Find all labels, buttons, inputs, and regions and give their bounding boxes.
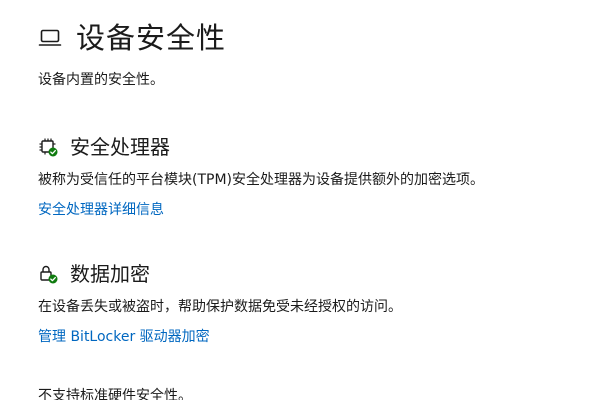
section-title: 数据加密 [70, 262, 150, 286]
lock-check-icon [38, 264, 58, 284]
section-data-encryption: 数据加密 在设备丢失或被盗时，帮助保护数据免受未经授权的访问。 管理 BitLo… [38, 259, 402, 347]
section-security-processor: 安全处理器 被称为受信任的平台模块(TPM)安全处理器为设备提供额外的加密选项。… [38, 132, 484, 220]
section-description: 在设备丢失或被盗时，帮助保护数据免受未经授权的访问。 [38, 299, 402, 315]
laptop-icon [38, 26, 62, 50]
page-title: 设备安全性 [76, 21, 227, 55]
page-header: 设备安全性 [38, 18, 226, 58]
device-security-page: 设备安全性 设备内置的安全性。 安全处理器 被称为受信任的平台模块(TPM)安全… [0, 0, 590, 400]
section-description: 被称为受信任的平台模块(TPM)安全处理器为设备提供额外的加密选项。 [38, 172, 484, 188]
security-processor-details-link[interactable]: 安全处理器详细信息 [38, 200, 484, 220]
section-header: 数据加密 [38, 259, 402, 289]
page-subtitle: 设备内置的安全性。 [38, 72, 164, 88]
manage-bitlocker-link[interactable]: 管理 BitLocker 驱动器加密 [38, 327, 402, 347]
section-title: 安全处理器 [70, 135, 170, 159]
chip-check-icon [38, 137, 58, 157]
section-header: 安全处理器 [38, 132, 484, 162]
hardware-security-status: 不支持标准硬件安全性。 [38, 388, 192, 400]
